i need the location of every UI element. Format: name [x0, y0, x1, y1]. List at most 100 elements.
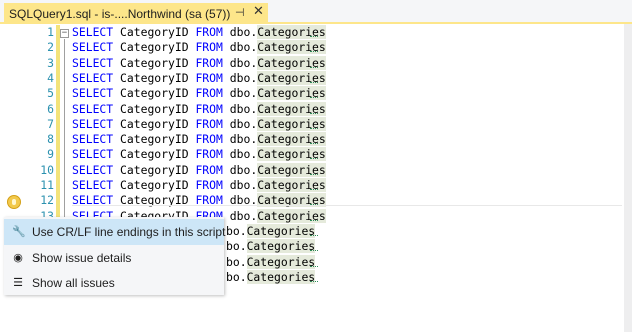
sql-keyword: FROM — [195, 132, 223, 147]
warning-squiggle — [310, 217, 318, 221]
code-line: SELECT CategoryID FROM dbo.Categories — [72, 193, 326, 208]
schema-prefix: bo. — [226, 223, 247, 238]
line-number: 6 — [47, 101, 54, 116]
line-number: 10 — [40, 162, 54, 177]
column-name: CategoryID — [113, 101, 196, 116]
schema-prefix: dbo. — [222, 86, 258, 101]
sql-keyword: SELECT — [72, 70, 114, 85]
line-number: 3 — [47, 55, 54, 70]
line-number: 7 — [47, 116, 54, 131]
wrench-icon: 🔧 — [12, 226, 26, 238]
line-number: 11 — [40, 178, 54, 192]
code-line: SELECT CategoryID FROM dbo.Categories — [72, 147, 326, 162]
code-line: SELECT CategoryID FROM dbo.Categories — [72, 25, 326, 40]
sql-keyword: FROM — [195, 162, 223, 177]
current-line-highlight — [72, 205, 622, 206]
warning-squiggle — [310, 110, 318, 114]
warning-squiggle — [310, 155, 318, 160]
schema-prefix: dbo. — [222, 40, 258, 55]
code-line: SELECT CategoryID FROM dbo.Categories — [72, 162, 326, 178]
vertical-scrollbar[interactable] — [624, 24, 632, 332]
code-line: bo.Categories — [226, 269, 316, 285]
code-line: SELECT CategoryID FROM dbo.Categories — [72, 116, 326, 132]
table-name: Categories — [246, 223, 316, 238]
warning-squiggle — [310, 140, 318, 145]
table-name: Categories — [246, 269, 316, 284]
code-line: SELECT CategoryID FROM dbo.Categories — [72, 40, 326, 55]
code-line: bo.Categories — [226, 254, 316, 270]
warning-squiggle — [310, 186, 318, 190]
schema-prefix: dbo. — [222, 132, 258, 147]
menu-item-label: Use CR/LF line endings in this script — [32, 225, 226, 239]
column-name: CategoryID — [113, 147, 196, 162]
sql-keyword: SELECT — [72, 116, 114, 131]
sql-keyword: SELECT — [72, 40, 114, 55]
sql-keyword: FROM — [195, 178, 223, 192]
code-line: bo.Categories — [226, 239, 316, 254]
sql-keyword: FROM — [195, 147, 223, 162]
column-name: CategoryID — [113, 40, 196, 55]
menu-item-show-issue-details[interactable]: ◉ Show issue details — [4, 245, 224, 271]
document-tab[interactable]: SQLQuery1.sql - is-....Northwind (sa (57… — [4, 3, 268, 24]
sql-keyword: FROM — [195, 55, 223, 70]
menu-item-label: Show issue details — [32, 251, 132, 265]
sql-keyword: FROM — [195, 101, 223, 116]
column-name: CategoryID — [113, 25, 196, 39]
sql-keyword: FROM — [195, 116, 223, 131]
warning-squiggle — [310, 232, 318, 236]
schema-prefix: dbo. — [222, 147, 258, 162]
sql-keyword: FROM — [195, 25, 223, 39]
column-name: CategoryID — [113, 70, 196, 85]
sql-keyword: SELECT — [72, 178, 114, 192]
collapse-icon[interactable]: − — [60, 29, 69, 38]
quick-actions-menu: 🔧 Use CR/LF line endings in this script … — [4, 217, 226, 296]
schema-prefix: dbo. — [222, 101, 258, 116]
column-name: CategoryID — [113, 132, 196, 147]
code-line: SELECT CategoryID FROM dbo.Categories — [72, 101, 326, 117]
warning-squiggle — [310, 79, 318, 83]
warning-squiggle — [310, 48, 318, 53]
schema-prefix: dbo. — [222, 162, 258, 177]
column-name: CategoryID — [113, 116, 196, 131]
warning-squiggle — [310, 64, 318, 68]
sql-keyword: SELECT — [72, 162, 114, 177]
menu-item-label: Show all issues — [32, 276, 115, 290]
lightbulb-glow — [12, 199, 16, 205]
menu-item-show-all-issues[interactable]: ☰ Show all issues — [4, 270, 224, 296]
lightbulb-icon[interactable] — [7, 195, 21, 209]
sql-keyword: SELECT — [72, 55, 114, 70]
column-name: CategoryID — [113, 178, 196, 192]
close-icon[interactable]: ✕ — [253, 4, 264, 19]
schema-prefix: bo. — [226, 239, 247, 254]
eye-icon: ◉ — [13, 252, 23, 264]
tab-title: SQLQuery1.sql - is-....Northwind (sa (57… — [9, 6, 231, 21]
line-number: 5 — [47, 86, 54, 101]
warning-squiggle — [310, 247, 318, 252]
document-icon: ☰ — [13, 277, 23, 289]
document-tab-bar: SQLQuery1.sql - is-....Northwind (sa (57… — [0, 0, 632, 24]
pin-icon[interactable]: ⊣ — [235, 6, 245, 19]
column-name: CategoryID — [113, 55, 196, 70]
warning-squiggle — [310, 94, 318, 99]
table-name: Categories — [246, 254, 316, 269]
sql-keyword: SELECT — [72, 147, 114, 162]
sql-keyword: SELECT — [72, 101, 114, 116]
code-line: SELECT CategoryID FROM dbo.Categories — [72, 86, 326, 101]
line-number: 12 — [40, 193, 54, 208]
sql-keyword: FROM — [195, 86, 223, 101]
menu-item-use-crlf[interactable]: 🔧 Use CR/LF line endings in this script — [4, 219, 226, 245]
line-number: 4 — [47, 70, 54, 85]
schema-prefix: dbo. — [222, 208, 258, 223]
sql-keyword: SELECT — [72, 25, 114, 39]
table-name: Categories — [246, 239, 316, 254]
code-line: bo.Categories — [226, 223, 316, 239]
column-name: CategoryID — [113, 162, 196, 177]
line-number: 8 — [47, 132, 54, 147]
warning-squiggle — [310, 278, 318, 282]
sql-keyword: FROM — [195, 40, 223, 55]
line-number: 9 — [47, 147, 54, 162]
code-line: SELECT CategoryID FROM dbo.Categories — [72, 178, 326, 193]
code-line: SELECT CategoryID FROM dbo.Categories — [72, 55, 326, 71]
column-name: CategoryID — [113, 86, 196, 101]
schema-prefix: dbo. — [222, 25, 258, 39]
